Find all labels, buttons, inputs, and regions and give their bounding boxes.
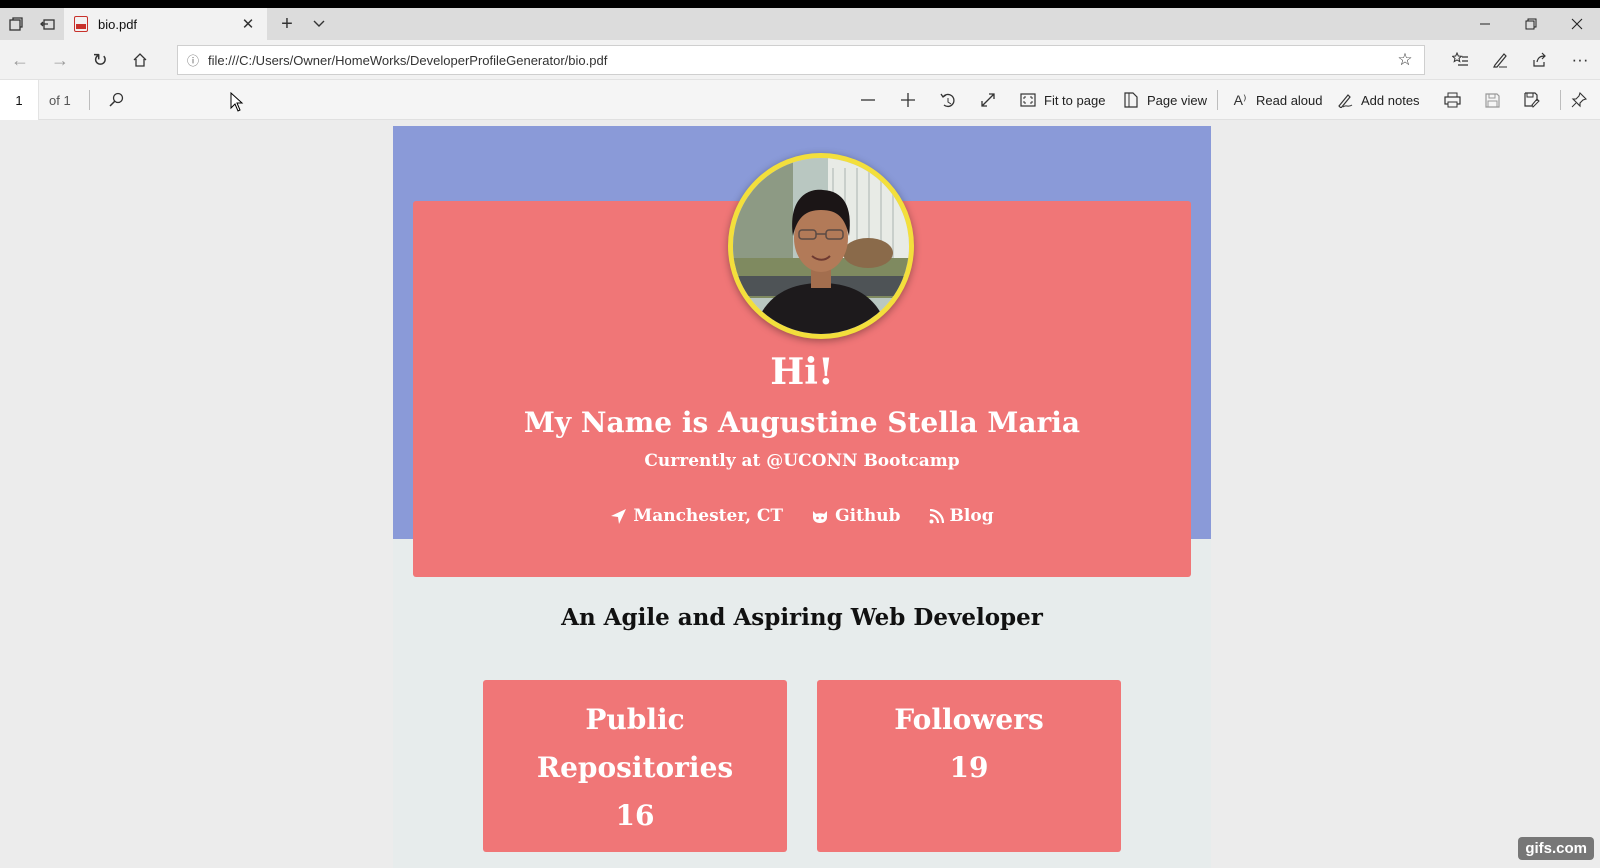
page-view-label: Page view xyxy=(1147,92,1207,108)
toolbar-divider xyxy=(1217,90,1218,110)
printer-icon xyxy=(1442,90,1462,110)
read-aloud-icon: A⁾ xyxy=(1233,91,1247,108)
profile-tagline: An Agile and Aspiring Web Developer xyxy=(561,604,1043,631)
back-arrow-icon[interactable]: ← xyxy=(4,44,36,76)
search-icon[interactable] xyxy=(100,84,132,116)
pin-icon xyxy=(1569,90,1589,110)
restore-icon[interactable] xyxy=(1508,8,1554,40)
stat-label: Public Repositories xyxy=(536,703,734,784)
profile-avatar xyxy=(728,153,914,339)
minus-icon xyxy=(858,90,878,110)
read-aloud-button[interactable]: A⁾ Read aloud xyxy=(1230,84,1323,116)
greeting: Hi! xyxy=(770,351,834,393)
fit-to-page-label: Fit to page xyxy=(1044,92,1106,108)
fit-to-page-button[interactable]: Fit to page xyxy=(1018,84,1105,116)
save-button[interactable] xyxy=(1482,84,1502,116)
window-top-strip xyxy=(0,0,1600,8)
github-icon xyxy=(813,510,828,523)
location-link[interactable]: Manchester, CT xyxy=(610,506,783,526)
rotate-button[interactable] xyxy=(938,84,958,116)
pen-icon xyxy=(1335,90,1355,110)
page-view-icon xyxy=(1121,90,1141,110)
expand-icon xyxy=(978,90,998,110)
stat-value: 16 xyxy=(615,799,655,832)
favorites-hub-icon[interactable] xyxy=(1442,44,1478,76)
current-position: Currently at @UCONN Bootcamp xyxy=(644,451,960,471)
save-as-icon xyxy=(1522,90,1542,110)
profile-header-card: Hi! My Name is Augustine Stella Maria Cu… xyxy=(413,153,1191,577)
watermark: gifs.com xyxy=(1518,837,1594,860)
tab-list-chevron-down-icon[interactable] xyxy=(304,8,334,40)
tab-bar: bio.pdf ✕ + xyxy=(0,8,1600,40)
zoom-in-button[interactable] xyxy=(898,84,918,116)
pdf-page: Hi! My Name is Augustine Stella Maria Cu… xyxy=(393,126,1211,868)
navigation-bar: ← → ↻ ⓘ file:///C:/Users/Owner/HomeWorks… xyxy=(0,40,1600,80)
stat-label: Followers xyxy=(894,703,1044,736)
location-arrow-icon xyxy=(611,508,627,524)
fit-page-icon xyxy=(1018,90,1038,110)
zoom-out-button[interactable] xyxy=(858,84,878,116)
github-link[interactable]: Github xyxy=(811,506,901,526)
blog-text: Blog xyxy=(949,506,994,526)
set-tabs-aside-icon[interactable] xyxy=(32,8,64,40)
close-tab-icon[interactable]: ✕ xyxy=(239,15,257,33)
home-icon[interactable] xyxy=(124,44,156,76)
stat-value: 19 xyxy=(949,751,989,784)
rotate-icon xyxy=(938,90,958,110)
followers-card: Followers 19 xyxy=(817,680,1121,852)
address-bar[interactable]: ⓘ file:///C:/Users/Owner/HomeWorks/Devel… xyxy=(177,45,1425,75)
blog-link[interactable]: Blog xyxy=(929,506,994,526)
plus-icon xyxy=(898,90,918,110)
save-as-button[interactable] xyxy=(1522,84,1542,116)
public-repositories-card: Public Repositories 16 xyxy=(483,680,787,852)
page-view-button[interactable]: Page view xyxy=(1121,84,1207,116)
print-button[interactable] xyxy=(1442,84,1462,116)
rss-icon xyxy=(929,508,944,523)
page-count: of 1 xyxy=(49,92,71,108)
refresh-icon[interactable]: ↻ xyxy=(84,44,116,76)
add-notes-button[interactable]: Add notes xyxy=(1335,84,1420,116)
add-notes-label: Add notes xyxy=(1361,92,1420,108)
profile-links: Manchester, CT Github Blog xyxy=(413,506,1191,526)
read-aloud-label: Read aloud xyxy=(1256,92,1323,108)
web-notes-pen-icon[interactable] xyxy=(1482,44,1518,76)
tab-title: bio.pdf xyxy=(98,16,138,32)
location-text: Manchester, CT xyxy=(633,506,784,526)
mouse-cursor-icon xyxy=(230,92,244,112)
new-tab-button[interactable]: + xyxy=(272,8,302,40)
full-screen-button[interactable] xyxy=(978,84,998,116)
close-window-icon[interactable] xyxy=(1554,8,1600,40)
tab-bio-pdf[interactable]: bio.pdf ✕ xyxy=(64,8,267,40)
share-icon[interactable] xyxy=(1522,44,1558,76)
toolbar-divider xyxy=(1560,90,1561,110)
toolbar-divider xyxy=(89,90,90,110)
profile-name: My Name is Augustine Stella Maria xyxy=(523,406,1081,439)
pin-toolbar-button[interactable] xyxy=(1569,84,1589,116)
tabs-aside-icon[interactable] xyxy=(0,8,32,40)
favorite-star-icon[interactable]: ☆ xyxy=(1394,49,1416,71)
more-options-icon[interactable]: ··· xyxy=(1562,44,1598,76)
site-info-icon[interactable]: ⓘ xyxy=(178,52,208,69)
address-url[interactable]: file:///C:/Users/Owner/HomeWorks/Develop… xyxy=(208,53,607,68)
page-number-input[interactable]: 1 xyxy=(0,80,39,120)
save-disk-icon xyxy=(1482,90,1502,110)
forward-arrow-icon[interactable]: → xyxy=(44,44,76,76)
github-text: Github xyxy=(835,506,901,526)
minimize-icon[interactable] xyxy=(1462,8,1508,40)
pdf-file-icon xyxy=(74,16,88,32)
